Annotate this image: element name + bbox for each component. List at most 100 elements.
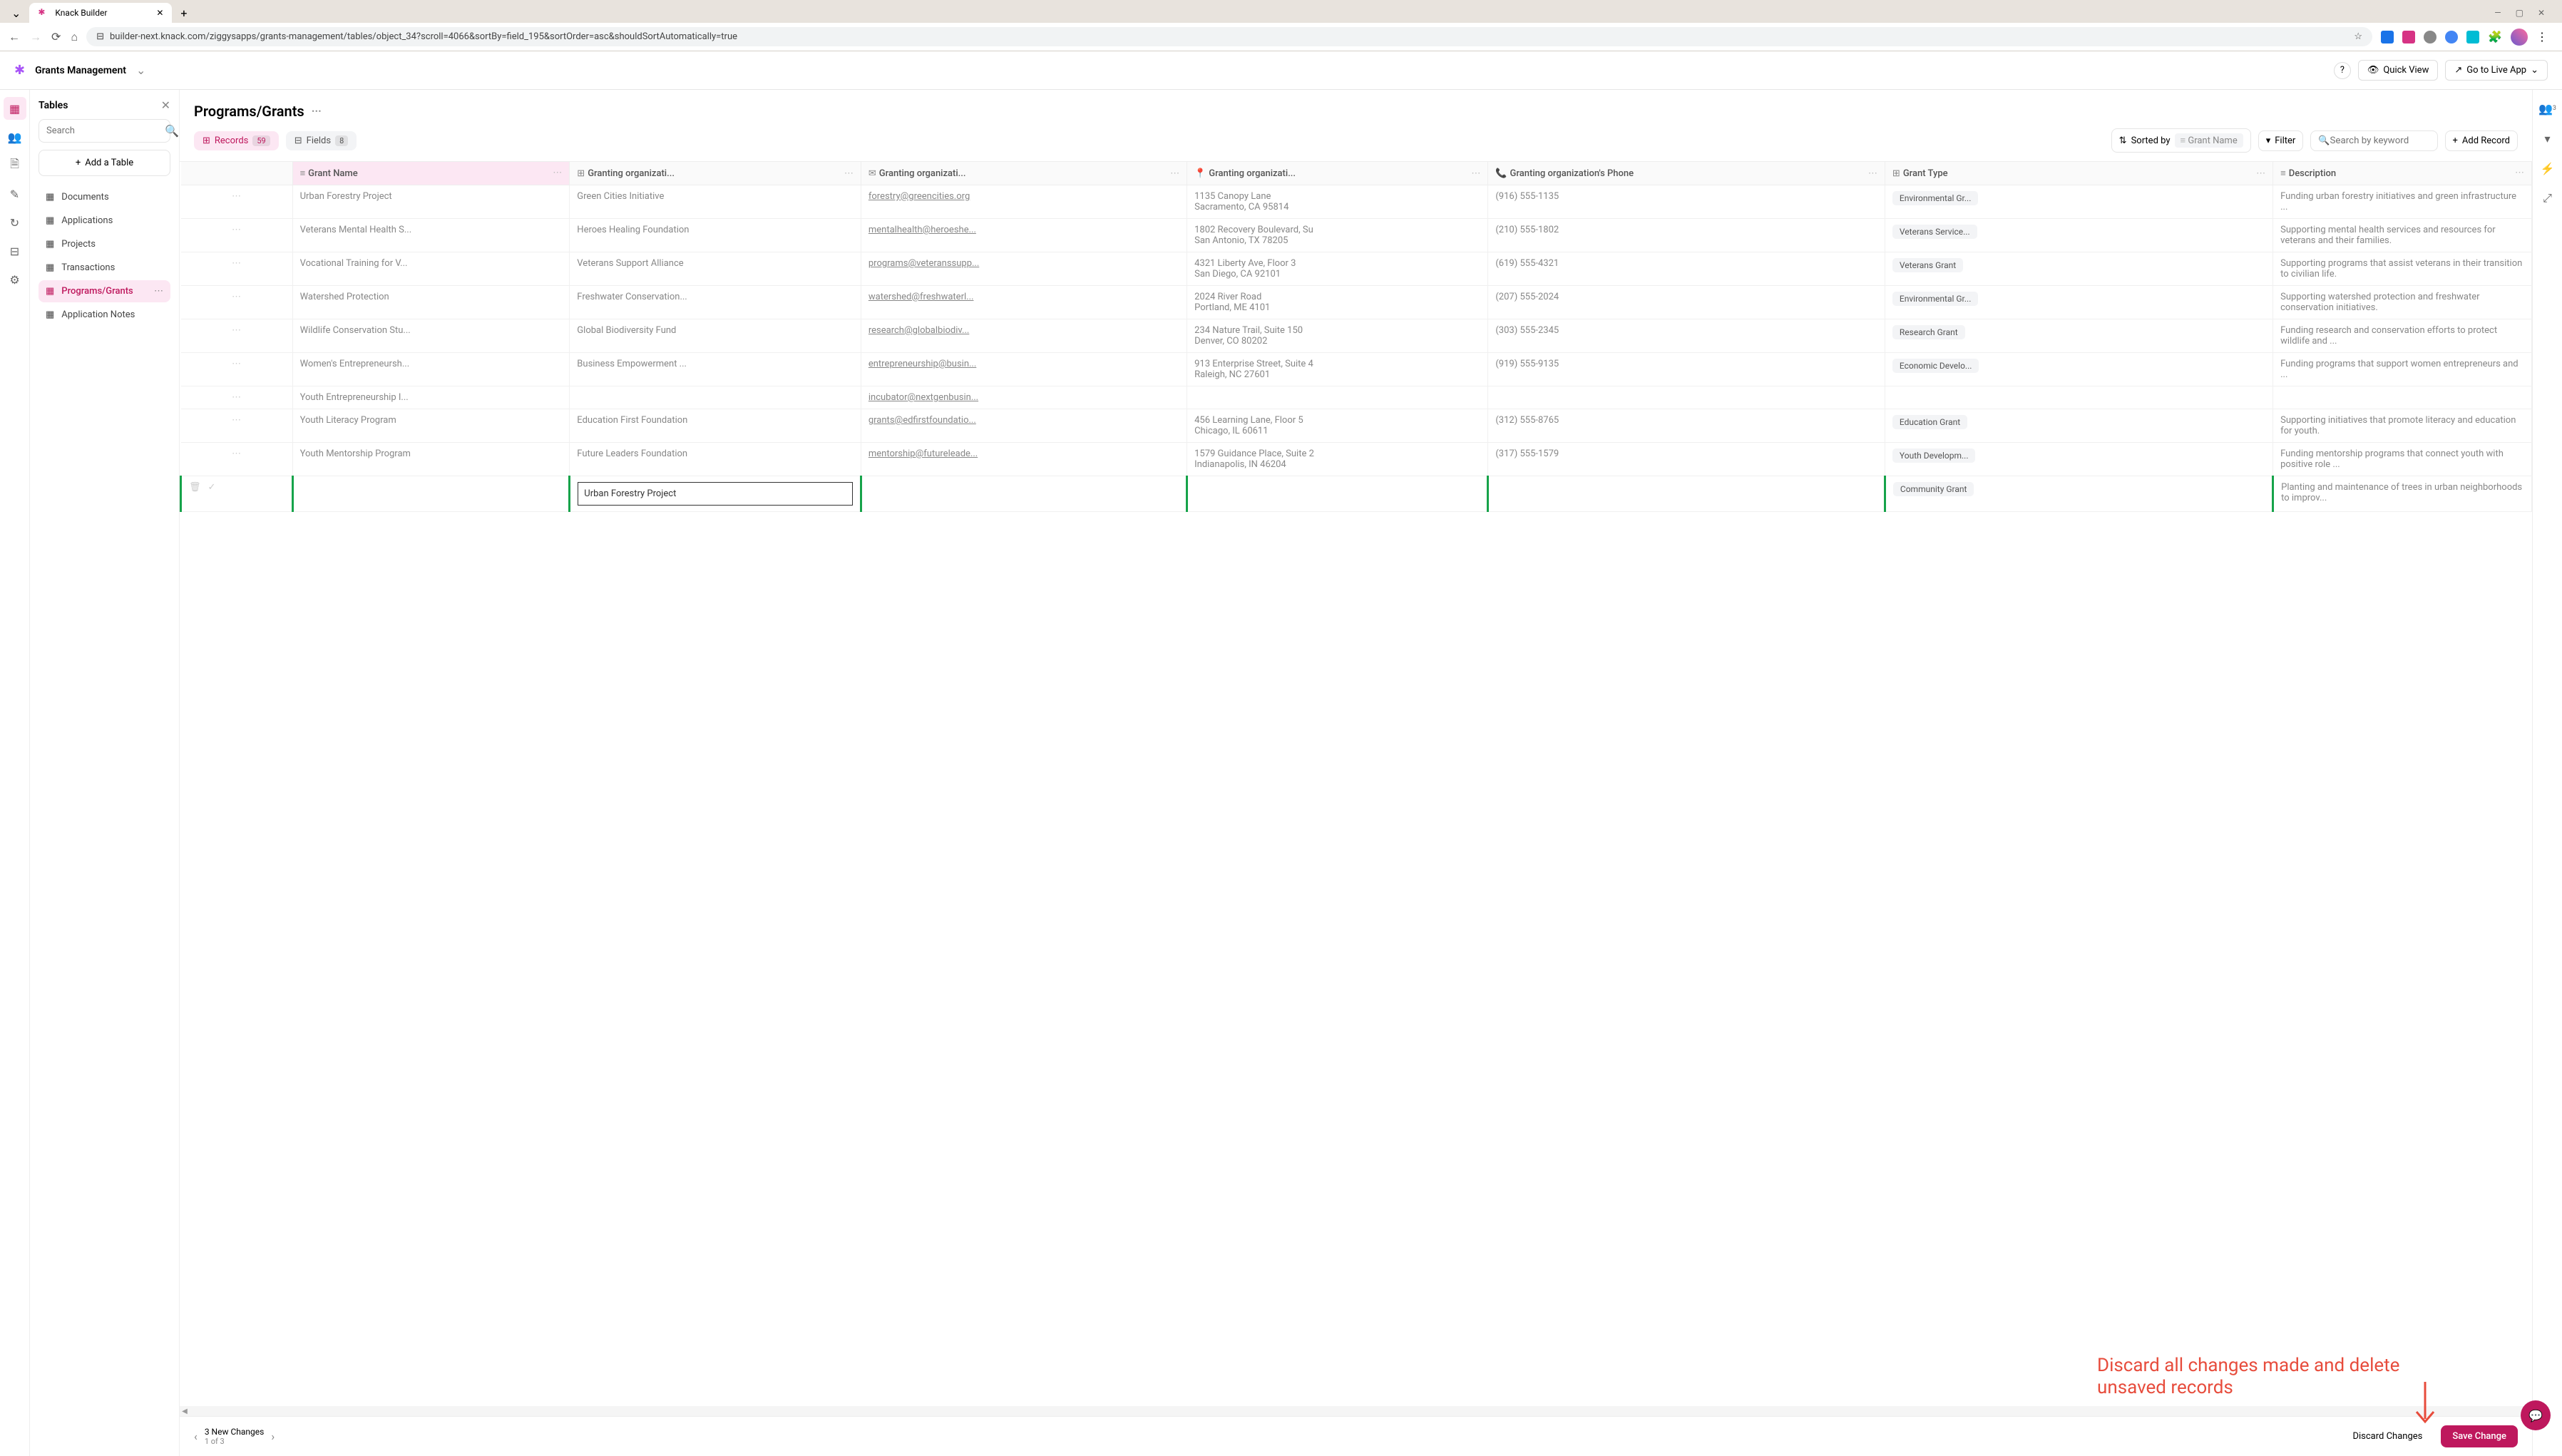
column-header[interactable]: ✉Granting organizati...⋯ xyxy=(861,162,1187,185)
sidebar-item-applications[interactable]: ▦Applications xyxy=(39,210,170,232)
cell-email[interactable]: programs@veteranssupp... xyxy=(861,252,1187,286)
row-handle[interactable]: ⋯ xyxy=(181,319,293,353)
email-link[interactable]: incubator@nextgenbusin... xyxy=(868,392,978,403)
cell-email[interactable] xyxy=(861,476,1187,512)
column-header[interactable]: ≡Grant Name⋯ xyxy=(292,162,570,185)
cell-address[interactable]: 234 Nature Trail, Suite 150Denver, CO 80… xyxy=(1187,319,1488,353)
cell-org[interactable] xyxy=(570,386,861,409)
page-title-more-icon[interactable]: ⋯ xyxy=(312,106,322,117)
cell-email[interactable]: mentalhealth@heroeshe... xyxy=(861,219,1187,252)
filter-button[interactable]: ▾ Filter xyxy=(2258,130,2304,151)
add-record-button[interactable]: + Add Record xyxy=(2445,130,2519,151)
design-rail-icon[interactable]: ✎ xyxy=(4,183,26,205)
settings-rail-icon[interactable]: ⚙ xyxy=(4,268,26,291)
cell-grant-name[interactable]: Youth Literacy Program xyxy=(292,409,570,443)
cell-org[interactable]: Education First Foundation xyxy=(570,409,861,443)
cell-address[interactable]: 913 Enterprise Street, Suite 4Raleigh, N… xyxy=(1187,353,1488,386)
table-row[interactable]: ⋯ Vocational Training for V... Veterans … xyxy=(181,252,2532,286)
cell-phone[interactable]: (303) 555-2345 xyxy=(1488,319,1885,353)
cell-address[interactable]: 456 Learning Lane, Floor 5Chicago, IL 60… xyxy=(1187,409,1488,443)
row-handle[interactable]: ⋯ xyxy=(181,386,293,409)
cell-type[interactable]: Veterans Service... xyxy=(1885,219,2273,252)
site-settings-icon[interactable]: ⊟ xyxy=(96,31,104,42)
more-icon[interactable]: ⋯ xyxy=(154,286,163,297)
sidebar-item-programs-grants[interactable]: ▦Programs/Grants⋯ xyxy=(39,280,170,302)
cell-type[interactable] xyxy=(1885,386,2273,409)
column-header[interactable]: ⊞Grant Type⋯ xyxy=(1885,162,2273,185)
cell-email[interactable]: incubator@nextgenbusin... xyxy=(861,386,1187,409)
table-row[interactable]: ⋯ Youth Entrepreneurship I... incubator@… xyxy=(181,386,2532,409)
cell-type[interactable]: Research Grant xyxy=(1885,319,2273,353)
sorted-by-button[interactable]: ⇅ Sorted by ≡ Grant Name xyxy=(2111,128,2251,153)
confirm-row-icon[interactable]: ✓ xyxy=(208,482,216,493)
extensions-icon[interactable]: 🧩 xyxy=(2488,30,2502,43)
table-row[interactable]: ⋯ Women's Entrepreneursh... Business Emp… xyxy=(181,353,2532,386)
cell-org[interactable]: Urban Forestry Project xyxy=(570,476,861,512)
add-tab-icon[interactable]: + xyxy=(175,4,193,23)
cell-grant-name[interactable]: Urban Forestry Project xyxy=(292,185,570,219)
cell-email[interactable]: watershed@freshwaterl... xyxy=(861,286,1187,319)
cell-phone[interactable] xyxy=(1488,386,1885,409)
cell-description[interactable] xyxy=(2273,386,2532,409)
cell-org[interactable]: Business Empowerment ... xyxy=(570,353,861,386)
users-rail-icon[interactable]: 👥 xyxy=(4,125,26,148)
cell-grant-name[interactable]: Youth Entrepreneurship I... xyxy=(292,386,570,409)
close-sidebar-icon[interactable]: ✕ xyxy=(161,98,170,112)
cell-address[interactable]: 4321 Liberty Ave, Floor 3San Diego, CA 9… xyxy=(1187,252,1488,286)
cell-type[interactable]: Environmental Gr... xyxy=(1885,185,2273,219)
cell-type[interactable]: Education Grant xyxy=(1885,409,2273,443)
cell-email[interactable]: grants@edfirstfoundatio... xyxy=(861,409,1187,443)
cell-org[interactable]: Global Biodiversity Fund xyxy=(570,319,861,353)
profile-avatar-icon[interactable] xyxy=(2511,29,2528,46)
cell-address[interactable] xyxy=(1187,386,1488,409)
cell-org[interactable]: Green Cities Initiative xyxy=(570,185,861,219)
extension-4-icon[interactable] xyxy=(2445,31,2458,43)
menu-icon[interactable]: ⋮ xyxy=(2536,30,2548,43)
extension-2-icon[interactable] xyxy=(2402,31,2415,43)
users-right-icon[interactable]: 👥3 xyxy=(2536,97,2559,120)
go-to-live-app-button[interactable]: ↗ Go to Live App ⌄ xyxy=(2445,60,2548,81)
cell-org[interactable]: Future Leaders Foundation xyxy=(570,443,861,476)
column-more-icon[interactable]: ⋯ xyxy=(2515,168,2524,178)
sidebar-item-documents[interactable]: ▦Documents xyxy=(39,186,170,208)
row-handle[interactable]: ⋯ xyxy=(181,409,293,443)
row-handle[interactable]: ⋯ xyxy=(181,252,293,286)
table-row[interactable]: ⋯ Watershed Protection Freshwater Conser… xyxy=(181,286,2532,319)
records-tab[interactable]: ⊞ Records 59 xyxy=(194,131,279,150)
scroll-left-icon[interactable]: ◀ xyxy=(180,1408,190,1415)
cell-phone[interactable]: (207) 555-2024 xyxy=(1488,286,1885,319)
row-handle[interactable]: ⋯ xyxy=(181,185,293,219)
cell-description[interactable]: Supporting programs that assist veterans… xyxy=(2273,252,2532,286)
extension-3-icon[interactable] xyxy=(2424,31,2437,43)
table-scroll-area[interactable]: ≡Grant Name⋯⊞Granting organizati...⋯✉Gra… xyxy=(180,161,2532,1406)
email-link[interactable]: watershed@freshwaterl... xyxy=(868,292,974,302)
filter-right-icon[interactable]: ▾ xyxy=(2536,127,2559,150)
cell-phone[interactable]: (210) 555-1802 xyxy=(1488,219,1885,252)
cell-grant-name[interactable]: Women's Entrepreneursh... xyxy=(292,353,570,386)
cell-phone[interactable]: (619) 555-4321 xyxy=(1488,252,1885,286)
quick-view-button[interactable]: 👁 Quick View xyxy=(2358,60,2439,81)
cell-type[interactable]: Environmental Gr... xyxy=(1885,286,2273,319)
cell-grant-name[interactable]: Watershed Protection xyxy=(292,286,570,319)
close-window-icon[interactable]: ✕ xyxy=(2538,8,2545,18)
cell-description[interactable]: Supporting watershed protection and fres… xyxy=(2273,286,2532,319)
email-link[interactable]: grants@edfirstfoundatio... xyxy=(868,415,976,426)
action-right-icon[interactable]: ⚡ xyxy=(2536,157,2559,180)
email-link[interactable]: forestry@greencities.org xyxy=(868,191,970,202)
cell-type[interactable]: Veterans Grant xyxy=(1885,252,2273,286)
column-more-icon[interactable]: ⋯ xyxy=(1170,168,1179,179)
cell-grant-name[interactable]: Youth Mentorship Program xyxy=(292,443,570,476)
cell-description[interactable]: Supporting initiatives that promote lite… xyxy=(2273,409,2532,443)
search-input[interactable]: 🔍 xyxy=(39,119,170,143)
url-input[interactable]: ⊟ builder-next.knack.com/ziggysapps/gran… xyxy=(86,27,2372,46)
cell-grant-name[interactable]: Veterans Mental Health S... xyxy=(292,219,570,252)
cell-phone[interactable]: (317) 555-1579 xyxy=(1488,443,1885,476)
column-header[interactable]: ⊞Granting organizati...⋯ xyxy=(570,162,861,185)
expand-right-icon[interactable]: ⤢ xyxy=(2536,187,2559,210)
home-icon[interactable]: ⌂ xyxy=(71,30,78,44)
cell-grant-name[interactable] xyxy=(292,476,570,512)
table-row[interactable]: ⋯ Youth Literacy Program Education First… xyxy=(181,409,2532,443)
column-header[interactable]: 📍Granting organizati...⋯ xyxy=(1187,162,1488,185)
forward-icon[interactable]: → xyxy=(30,30,41,44)
pages-rail-icon[interactable]: 🗎 xyxy=(4,154,26,177)
